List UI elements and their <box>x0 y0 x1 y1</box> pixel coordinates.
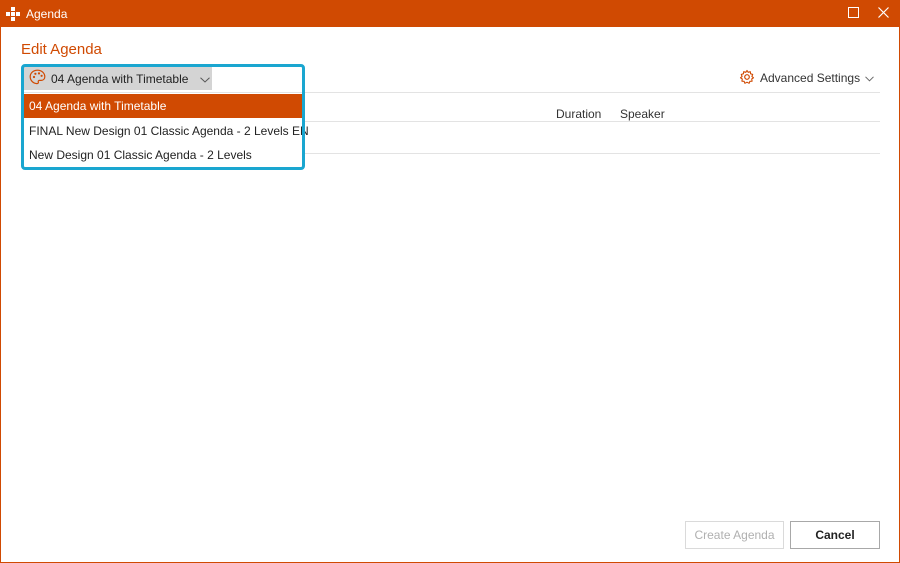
app-logo-icon <box>6 7 20 21</box>
advanced-settings-button[interactable]: Advanced Settings <box>739 69 874 87</box>
window-title: Agenda <box>26 7 68 21</box>
agenda-window: Agenda Edit Agenda Advanced Settings Dur… <box>0 0 900 563</box>
gear-icon <box>739 69 755 88</box>
column-header-speaker: Speaker <box>620 107 665 121</box>
maximize-button[interactable] <box>839 1 867 27</box>
advanced-settings-label: Advanced Settings <box>760 71 861 85</box>
maximize-icon <box>847 7 859 21</box>
highlight-outline <box>21 64 305 170</box>
create-agenda-button[interactable]: Create Agenda <box>685 521 784 549</box>
close-button[interactable] <box>869 1 897 27</box>
column-header-duration: Duration <box>556 107 602 121</box>
chevron-down-icon <box>865 71 874 85</box>
close-icon <box>877 7 889 21</box>
cancel-button[interactable]: Cancel <box>790 521 880 549</box>
page-title: Edit Agenda <box>21 41 102 58</box>
title-bar: Agenda <box>1 1 899 27</box>
